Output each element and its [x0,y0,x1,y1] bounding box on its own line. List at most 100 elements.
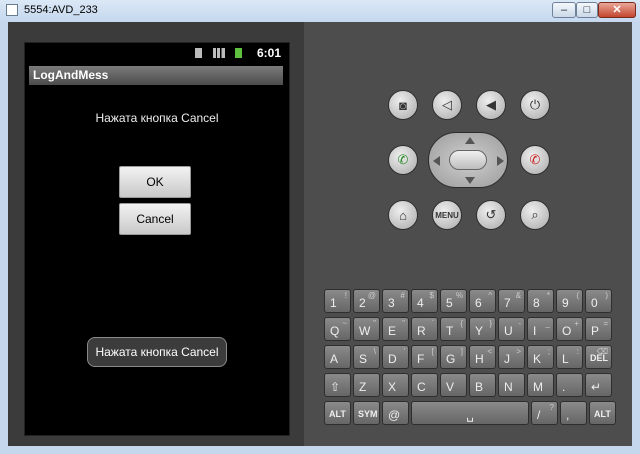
key-label: P [591,324,600,338]
key-label: 6 [475,296,482,310]
key-row2-2[interactable]: E " [382,317,409,341]
key-row5-1[interactable]: SYM [353,401,380,425]
result-text: Нажата кнопка Cancel [95,111,219,125]
close-button[interactable]: ✕ [598,2,636,18]
key-alt-label: ⌫ [596,347,608,356]
key-row1-7[interactable]: 8 * [527,289,554,313]
key-row1-0[interactable]: 1! [324,289,351,313]
camera-button[interactable]: ◙ [388,90,418,120]
key-row2-7[interactable]: I _ [527,317,554,341]
key-row2-1[interactable]: W " [353,317,380,341]
key-label: Z [359,380,367,394]
key-row5-0[interactable]: ALT [324,401,351,425]
key-row2-8[interactable]: O + [556,317,583,341]
key-row5-5[interactable]: , [560,401,587,425]
key-row3-9[interactable]: DEL ⌫ [585,345,612,369]
key-label: S [359,352,368,366]
key-label: @ [388,408,401,422]
key-row4-6[interactable]: N [498,373,525,397]
key-row3-5[interactable]: H < [469,345,496,369]
key-row1-1[interactable]: 2 @ [353,289,380,313]
key-row4-4[interactable]: V [440,373,467,397]
key-row3-6[interactable]: J > [498,345,525,369]
dpad-up-icon[interactable] [465,137,475,144]
key-alt-label: { [460,319,463,328]
key-alt-label: $ [429,291,434,300]
key-row3-0[interactable]: A [324,345,351,369]
dpad-left-icon[interactable] [433,156,440,166]
key-label: ↵ [591,380,602,394]
key-row1-2[interactable]: 3 # [382,289,409,313]
key-row2-0[interactable]: Q ~ [324,317,351,341]
key-row1-5[interactable]: 6 ^ [469,289,496,313]
key-alt-label: [ [431,347,434,356]
cancel-button[interactable]: Cancel [119,203,191,235]
key-row2-6[interactable]: U- [498,317,525,341]
dpad[interactable] [428,132,508,188]
back-button[interactable]: ↺ [476,200,506,230]
key-label: J [504,352,510,366]
key-row1-6[interactable]: 7 & [498,289,525,313]
key-row4-1[interactable]: Z [353,373,380,397]
home-button[interactable]: ⌂ [388,200,418,230]
search-icon: ⌕ [531,207,539,222]
home-icon: ⌂ [399,207,407,223]
dpad-center-button[interactable] [449,150,487,170]
key-label: O [562,324,572,338]
key-row1-8[interactable]: 9( [556,289,583,313]
key-label: ␣ [466,408,474,422]
key-label: ALT [594,409,611,419]
key-row4-0[interactable]: ⇧ [324,373,351,397]
key-row3-7[interactable]: K; [527,345,554,369]
key-row1-3[interactable]: 4 $ [411,289,438,313]
key-alt-label: # [400,291,405,300]
key-label: W [359,324,371,338]
key-row3-4[interactable]: G] [440,345,467,369]
volume-up-button[interactable]: ◀ [476,90,506,120]
key-label: U [504,324,513,338]
key-alt-label: * [546,291,550,300]
dpad-right-icon[interactable] [497,156,504,166]
key-row5-3[interactable]: ␣ [411,401,529,425]
key-row3-3[interactable]: F[ [411,345,438,369]
key-row5-2[interactable]: @ [382,401,409,425]
key-row4-3[interactable]: C [411,373,438,397]
key-row5-4[interactable]: /? [531,401,558,425]
key-label: C [417,380,426,394]
key-row2-9[interactable]: P = [585,317,612,341]
key-row4-2[interactable]: X [382,373,409,397]
call-button[interactable]: ✆ [388,145,418,175]
key-alt-label: \ [373,347,376,356]
key-alt-label: > [516,347,521,356]
key-row2-4[interactable]: T{ [440,317,467,341]
key-label: F [417,352,425,366]
key-row2-5[interactable]: Y} [469,317,496,341]
maximize-button[interactable]: □ [576,2,598,18]
power-button[interactable]: ⏻ [520,90,550,120]
dpad-down-icon[interactable] [465,177,475,184]
end-call-icon: ✆ [529,152,541,167]
device-screen[interactable]: 6:01 LogAndMess Нажата кнопка Cancel OK … [24,42,290,436]
key-row3-2[interactable]: D ' [382,345,409,369]
end-call-button[interactable]: ✆ [520,145,550,175]
ok-button[interactable]: OK [119,166,191,198]
key-row3-8[interactable]: L: [556,345,583,369]
key-label: 5 [446,296,453,310]
key-row4-8[interactable]: . [556,373,583,397]
key-row4-5[interactable]: B [469,373,496,397]
key-row4-7[interactable]: M [527,373,554,397]
title-bar: 5554:AVD_233 – □ ✕ [0,0,640,22]
key-row5-6[interactable]: ALT [589,401,616,425]
search-button[interactable]: ⌕ [520,200,550,230]
key-row1-4[interactable]: 5% [440,289,467,313]
key-row4-9[interactable]: ↵ [585,373,612,397]
minimize-button[interactable]: – [552,2,576,18]
key-row3-1[interactable]: S \ [353,345,380,369]
volume-down-button[interactable]: ◁ [432,90,462,120]
menu-button[interactable]: MENU [432,200,462,230]
key-row2-3[interactable]: R ` [411,317,438,341]
key-alt-label: < [487,347,492,356]
key-label: E [388,324,397,338]
camera-icon: ◙ [399,97,407,113]
key-row1-9[interactable]: 0) [585,289,612,313]
